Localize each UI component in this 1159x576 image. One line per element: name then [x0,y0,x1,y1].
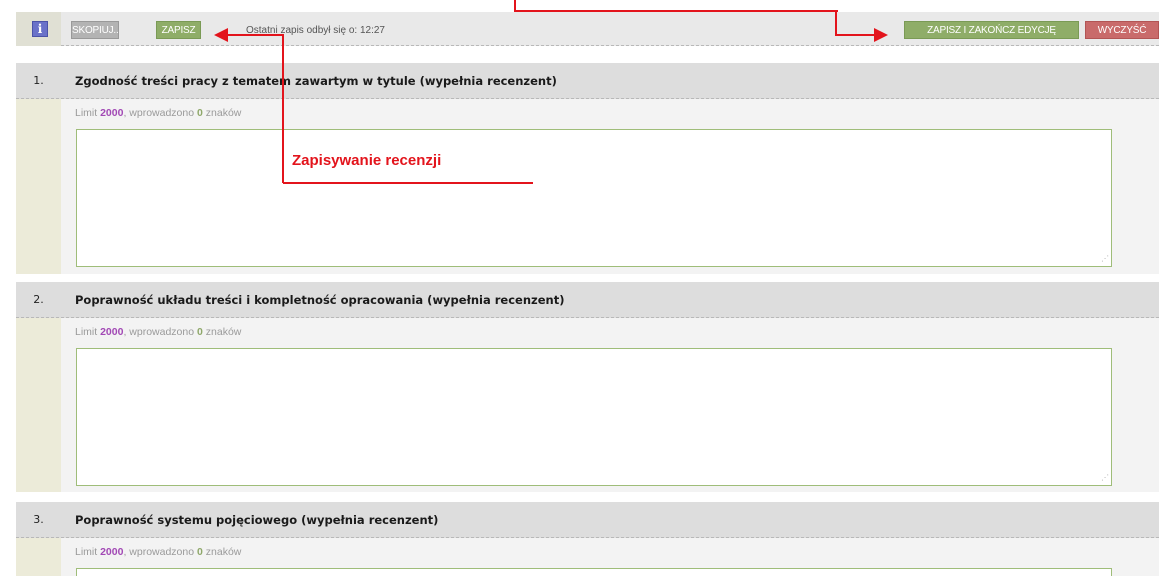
char-limit-info: Limit 2000, wprowadzono 0 znaków [75,546,242,558]
info-icon[interactable]: i [32,21,48,37]
save-and-finish-button[interactable]: ZAPISZ I ZAKOŃCZ EDYCJĘ [904,21,1079,39]
annotation-save-review: Zapisywanie recenzji [292,152,442,169]
resize-grip-icon[interactable]: ⋰ [1099,254,1109,264]
section-title: Poprawność układu treści i kompletność o… [75,293,565,307]
last-save-status: Ostatni zapis odbył się o: 12:27 [246,25,385,36]
section-body-2: Limit 2000, wprowadzono 0 znaków ⋰ [16,318,1159,492]
info-cell: i [16,12,61,46]
section-body-3: Limit 2000, wprowadzono 0 znaków [16,538,1159,576]
char-limit-value: 2000 [100,546,124,558]
section-gutter [16,538,61,576]
review-textarea-3[interactable] [76,568,1112,576]
section-number: 3. [33,513,44,526]
char-limit-info: Limit 2000, wprowadzono 0 znaków [75,326,242,338]
section-header-2: 2. Poprawność układu treści i kompletnoś… [16,282,1159,318]
section-header-1: 1. Zgodność treści pracy z tematem zawar… [16,63,1159,99]
section-gutter [16,99,61,274]
review-toolbar: i SKOPIUJ... ZAPISZ Ostatni zapis odbył … [16,12,1159,46]
section-header-3: 3. Poprawność systemu pojęciowego (wypeł… [16,502,1159,538]
char-limit-info: Limit 2000, wprowadzono 0 znaków [75,107,242,119]
section-title: Poprawność systemu pojęciowego (wypełnia… [75,513,439,527]
section-number: 2. [33,293,44,306]
review-textarea-2[interactable] [76,348,1112,486]
clear-button[interactable]: WYCZYŚĆ [1085,21,1159,39]
review-textarea-1[interactable] [76,129,1112,267]
section-body-1: Limit 2000, wprowadzono 0 znaków ⋰ [16,99,1159,274]
section-number: 1. [33,74,44,87]
char-limit-value: 2000 [100,107,124,119]
char-limit-value: 2000 [100,326,124,338]
copy-button[interactable]: SKOPIUJ... [71,21,119,39]
section-gutter [16,318,61,492]
save-button[interactable]: ZAPISZ [156,21,201,39]
resize-grip-icon[interactable]: ⋰ [1099,473,1109,483]
section-title: Zgodność treści pracy z tematem zawartym… [75,74,557,88]
